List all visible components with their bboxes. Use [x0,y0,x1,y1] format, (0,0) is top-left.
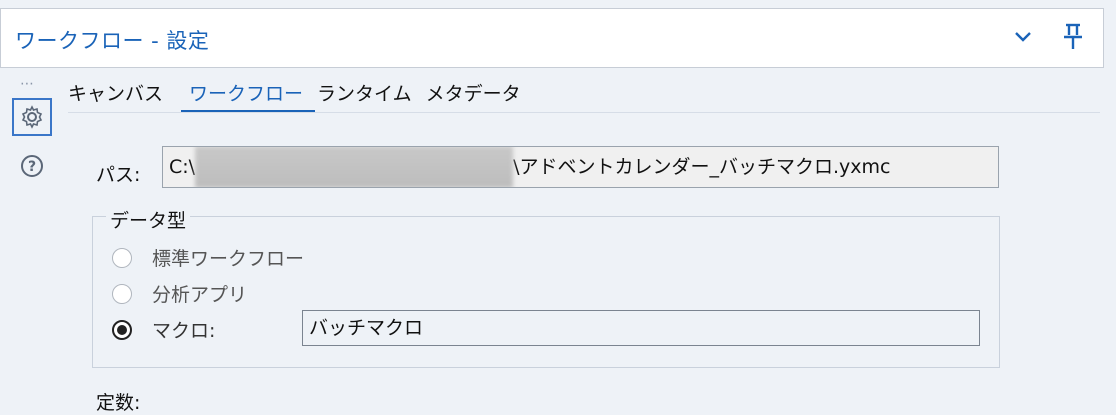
help-icon[interactable]: ? [12,146,52,186]
gear-icon[interactable] [12,98,52,136]
data-type-legend: データ型 [106,206,191,233]
radio-macro[interactable]: マクロ: [112,316,215,343]
radio-label: 分析アプリ [152,284,248,306]
radio-button[interactable] [112,319,132,340]
tab-workflow[interactable]: ワークフロー [181,80,317,112]
left-rail: ⋯ ? [0,70,56,410]
radio-standard-workflow[interactable]: 標準ワークフロー [112,244,304,271]
tab-metadata[interactable]: メタデータ [426,80,535,112]
macro-type-field[interactable]: バッチマクロ [302,310,980,346]
rail-grip[interactable]: ⋯ [20,76,35,92]
redacted-path-segment [195,147,514,187]
constants-label: 定数: [96,392,141,414]
svg-text:?: ? [28,159,36,175]
panel-title: ワークフロー - 設定 [15,29,210,53]
header-actions [1009,23,1087,51]
radio-analytic-app[interactable]: 分析アプリ [112,280,247,307]
tab-bar: キャンバス ワークフロー ランタイム メタデータ [68,80,535,112]
tab-runtime[interactable]: ランタイム [317,80,426,112]
path-label: パス: [96,164,141,186]
radio-label: 標準ワークフロー [152,248,305,270]
chevron-down-icon[interactable] [1009,23,1037,51]
panel-header: ワークフロー - 設定 [0,8,1104,68]
tab-canvas[interactable]: キャンバス [68,80,177,112]
pin-icon[interactable] [1059,23,1087,51]
path-prefix: C:\ [169,156,196,178]
radio-button[interactable] [112,283,132,304]
radio-label: マクロ: [152,320,216,342]
tab-divider [68,112,1100,113]
path-field[interactable]: C:\ \アドベントカレンダー_バッチマクロ.yxmc [162,146,999,188]
radio-button[interactable] [112,247,132,268]
path-suffix: \アドベントカレンダー_バッチマクロ.yxmc [513,156,891,178]
